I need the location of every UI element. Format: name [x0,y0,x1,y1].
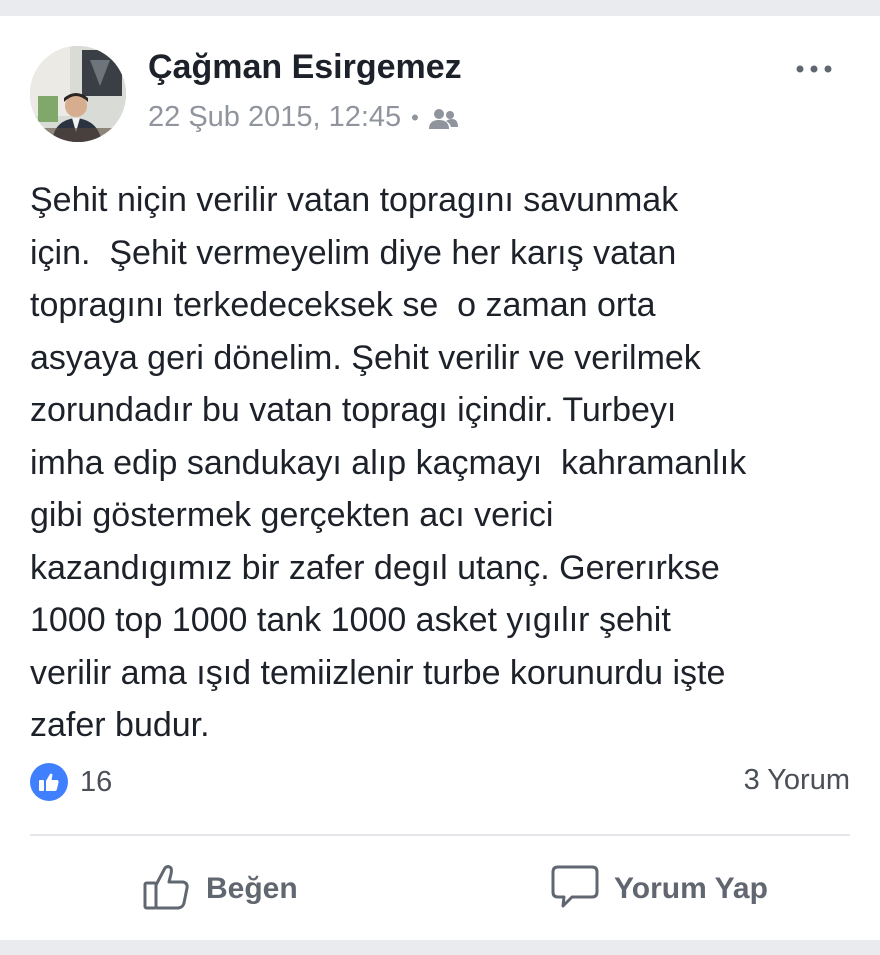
friends-icon[interactable] [427,106,459,130]
divider [30,834,850,836]
reaction-count: 16 [80,765,113,798]
post-meta: 22 Şub 2015, 12:45 • [148,101,459,134]
post-timestamp[interactable]: 22 Şub 2015, 12:45 [148,101,401,134]
comment-bubble-icon [550,863,600,916]
comment-count[interactable]: 3 Yorum [744,764,850,797]
like-label: Beğen [206,872,298,905]
thumbs-up-icon [142,863,192,916]
meta-separator: • [411,104,419,130]
post-text: Şehit niçin verilir vatan topragını savu… [30,181,747,744]
avatar[interactable] [30,46,126,142]
like-button[interactable]: Beğen [142,861,298,917]
comment-button[interactable]: Yorum Yap [550,861,768,917]
more-options-icon[interactable] [794,62,834,74]
post-card: Çağman Esirgemez 22 Şub 2015, 12:45 • Şe… [0,16,880,940]
comment-label: Yorum Yap [614,872,768,905]
like-reaction-icon [30,763,68,801]
reactions-summary[interactable]: 16 [30,762,112,802]
author-name[interactable]: Çağman Esirgemez [148,48,462,87]
